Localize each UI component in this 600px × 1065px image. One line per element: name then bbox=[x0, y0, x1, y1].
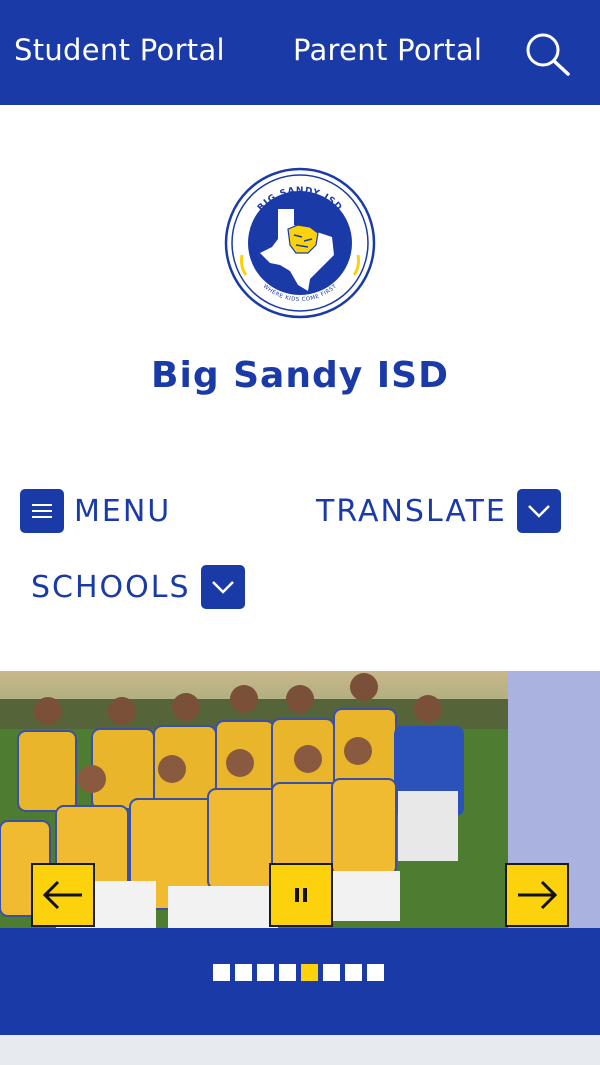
slide-dot-1[interactable] bbox=[213, 964, 230, 981]
pause-slideshow-button[interactable] bbox=[269, 863, 333, 927]
translate-label: TRANSLATE bbox=[316, 493, 507, 529]
slide-dot-2[interactable] bbox=[235, 964, 252, 981]
pause-icon bbox=[295, 888, 307, 902]
slide-dot-4[interactable] bbox=[279, 964, 296, 981]
slide-dot-8[interactable] bbox=[367, 964, 384, 981]
parent-portal-link[interactable]: Parent Portal bbox=[293, 33, 482, 67]
arrow-right-icon bbox=[518, 880, 558, 910]
search-icon[interactable] bbox=[522, 30, 572, 78]
slide-dot-5[interactable] bbox=[301, 964, 318, 981]
chevron-down-icon bbox=[200, 565, 245, 609]
previous-slide-button[interactable] bbox=[31, 863, 95, 927]
hamburger-icon bbox=[20, 489, 64, 533]
chevron-down-icon bbox=[516, 489, 561, 533]
footer-strip bbox=[0, 1035, 600, 1065]
schools-button[interactable]: SCHOOLS bbox=[31, 565, 245, 609]
menu-label: MENU bbox=[74, 493, 172, 529]
slide-dot-6[interactable] bbox=[323, 964, 340, 981]
hero-slideshow bbox=[0, 671, 600, 928]
slide-dot-7[interactable] bbox=[345, 964, 362, 981]
slide-dots bbox=[213, 964, 384, 981]
next-slide-button[interactable] bbox=[505, 863, 569, 927]
student-portal-link[interactable]: Student Portal bbox=[14, 33, 225, 67]
slide-dot-3[interactable] bbox=[257, 964, 274, 981]
slide-indicator-bar bbox=[0, 928, 600, 1035]
district-logo[interactable]: BIG SANDY ISD WHERE KIDS COME FIRST bbox=[224, 167, 376, 319]
site-title: Big Sandy ISD bbox=[151, 355, 449, 396]
translate-button[interactable]: TRANSLATE bbox=[316, 489, 561, 533]
top-bar: Student Portal Parent Portal bbox=[0, 0, 600, 105]
menu-button[interactable]: MENU bbox=[20, 489, 171, 533]
arrow-left-icon bbox=[42, 880, 82, 910]
schools-label: SCHOOLS bbox=[31, 569, 191, 605]
